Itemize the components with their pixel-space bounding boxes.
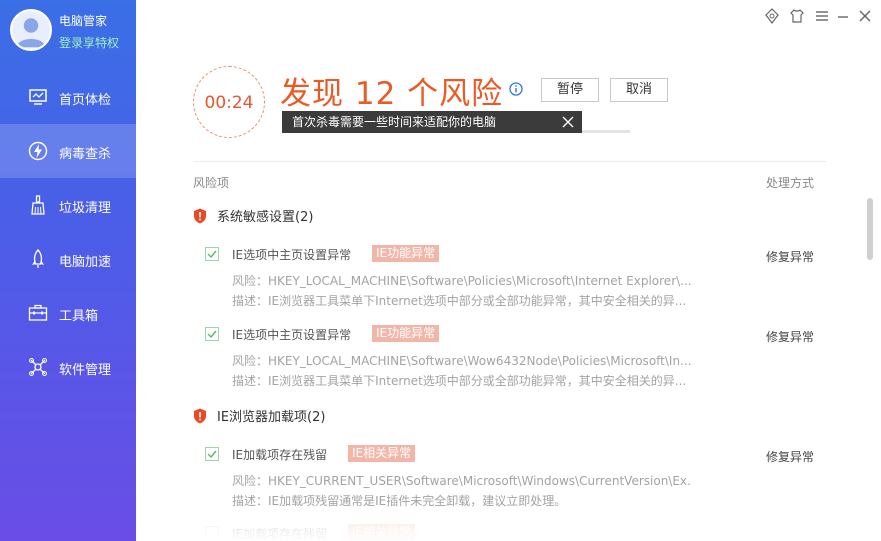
warning-shield-icon bbox=[193, 408, 207, 424]
sidebar-item-junk-clean[interactable]: 垃圾清理 bbox=[0, 178, 136, 232]
broom-icon bbox=[28, 195, 48, 215]
risk-item-checkbox[interactable] bbox=[205, 247, 219, 261]
fix-button[interactable]: 修复异常 bbox=[766, 448, 814, 465]
first-scan-tooltip: 首次杀毒需要一些时间来适配你的电脑 bbox=[282, 111, 582, 133]
column-action-header: 处理方式 bbox=[766, 176, 815, 190]
header-divider bbox=[193, 161, 826, 162]
fix-button[interactable]: 修复异常 bbox=[766, 248, 814, 265]
list-fade-overlay bbox=[136, 515, 881, 541]
risk-group-title: IE浏览器加载项(2) bbox=[217, 410, 326, 425]
sidebar-item-label: 病毒查杀 bbox=[59, 147, 112, 162]
sidebar-item-software-manager[interactable]: 软件管理 bbox=[0, 340, 136, 394]
info-icon[interactable] bbox=[509, 82, 523, 96]
risk-item-tag: IE功能异常 bbox=[372, 245, 440, 262]
avatar[interactable] bbox=[10, 9, 52, 51]
toolbox-icon bbox=[28, 303, 48, 323]
list-scrollbar-thumb[interactable] bbox=[867, 198, 873, 260]
pause-button[interactable]: 暂停 bbox=[541, 78, 599, 102]
risk-item-title: IE选项中主页设置异常 bbox=[232, 328, 352, 342]
scan-timer: 00:24 bbox=[204, 93, 254, 113]
risk-item-checkbox[interactable] bbox=[205, 447, 219, 461]
risk-item-row: IE选项中主页设置异常 IE功能异常 修复异常 bbox=[205, 325, 825, 345]
risk-item-title: IE选项中主页设置异常 bbox=[232, 248, 352, 262]
sidebar-nav: 首页体检 病毒查杀 垃圾清理 电脑加速 工具箱 软件管理 bbox=[0, 70, 136, 394]
check-icon bbox=[207, 450, 217, 459]
risk-item-description: 描述：IE浏览器工具菜单下Internet选项中部分或全部功能异常，其中安全相关… bbox=[232, 374, 687, 388]
column-risk-header: 风险项 bbox=[193, 176, 230, 190]
menu-icon[interactable] bbox=[814, 8, 830, 24]
risk-item-description: 描述：IE浏览器工具菜单下Internet选项中部分或全部功能异常，其中安全相关… bbox=[232, 294, 687, 308]
check-icon bbox=[207, 330, 217, 339]
risk-group-system[interactable]: 系统敏感设置(2) bbox=[193, 206, 313, 225]
minimize-icon[interactable] bbox=[835, 8, 851, 24]
risk-count-title: 发现 12 个风险 bbox=[280, 76, 504, 112]
warning-shield-icon bbox=[193, 208, 207, 224]
risk-item-risk-path: 风险：HKEY_LOCAL_MACHINE\Software\Policies\… bbox=[232, 274, 692, 288]
risk-group-ie-addons[interactable]: IE浏览器加载项(2) bbox=[193, 406, 325, 425]
sidebar-item-label: 电脑加速 bbox=[59, 255, 112, 270]
fix-button[interactable]: 修复异常 bbox=[766, 328, 814, 345]
user-avatar-icon bbox=[16, 18, 46, 48]
sidebar-item-virus-scan[interactable]: 病毒查杀 bbox=[0, 124, 136, 178]
sidebar: 电脑管家 登录享特权 首页体检 病毒查杀 垃圾清理 电脑加速 工具箱 软件管理 bbox=[0, 0, 136, 541]
risk-item-risk-path: 风险：HKEY_CURRENT_USER\Software\Microsoft\… bbox=[232, 474, 692, 488]
sidebar-item-label: 首页体检 bbox=[59, 93, 112, 108]
rocket-icon bbox=[28, 249, 48, 269]
app-name: 电脑管家 bbox=[59, 14, 108, 28]
risk-item-tag: IE相关异常 bbox=[348, 445, 416, 462]
sidebar-item-label: 工具箱 bbox=[59, 309, 99, 324]
sidebar-item-label: 软件管理 bbox=[59, 363, 112, 378]
shirt-icon[interactable] bbox=[789, 8, 805, 24]
skin-icon[interactable] bbox=[764, 8, 780, 24]
sidebar-item-label: 垃圾清理 bbox=[59, 201, 112, 216]
apps-icon bbox=[28, 357, 48, 377]
sidebar-item-home-checkup[interactable]: 首页体检 bbox=[0, 70, 136, 124]
lightning-icon bbox=[28, 141, 48, 161]
monitor-icon bbox=[28, 87, 48, 107]
profile-area: 电脑管家 登录享特权 bbox=[0, 0, 136, 62]
risk-item-title: IE加载项存在残留 bbox=[232, 448, 328, 462]
sidebar-item-toolbox[interactable]: 工具箱 bbox=[0, 286, 136, 340]
risk-item-checkbox[interactable] bbox=[205, 327, 219, 341]
tooltip-close-icon[interactable] bbox=[562, 116, 574, 128]
login-vip-link[interactable]: 登录享特权 bbox=[59, 34, 119, 51]
tooltip-text: 首次杀毒需要一些时间来适配你的电脑 bbox=[292, 115, 497, 129]
sidebar-item-speed-up[interactable]: 电脑加速 bbox=[0, 232, 136, 286]
risk-item-row: IE加载项存在残留 IE相关异常 修复异常 bbox=[205, 445, 825, 465]
close-icon[interactable] bbox=[857, 8, 873, 24]
cancel-button[interactable]: 取消 bbox=[610, 78, 668, 102]
risk-group-title: 系统敏感设置(2) bbox=[217, 210, 314, 225]
check-icon bbox=[207, 250, 217, 259]
risk-item-description: 描述：IE加载项残留通常是IE插件未完全卸载，建议立即处理。 bbox=[232, 494, 567, 508]
risk-item-tag: IE功能异常 bbox=[372, 325, 440, 342]
risk-item-row: IE选项中主页设置异常 IE功能异常 修复异常 bbox=[205, 245, 825, 265]
risk-item-risk-path: 风险：HKEY_LOCAL_MACHINE\Software\Wow6432No… bbox=[232, 354, 692, 368]
